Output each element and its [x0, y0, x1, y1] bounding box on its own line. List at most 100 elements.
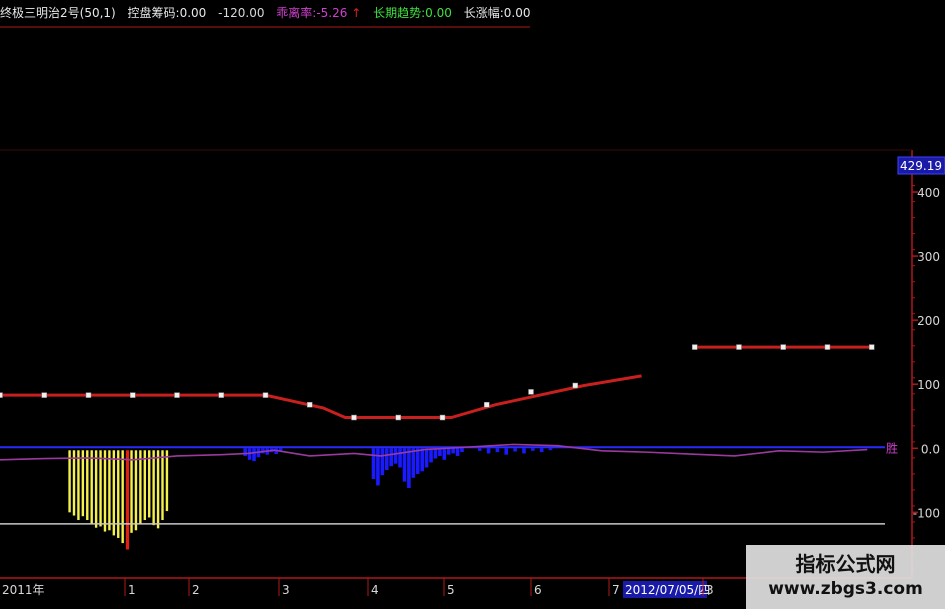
blue-bar	[393, 448, 398, 464]
indicator-chart: 400 300 200 100 0.0 -100 429.19 2011年 1 2 3 4 5 6 7 20…	[0, 26, 945, 598]
blue-bar	[411, 448, 416, 478]
x-axis-label: 3	[706, 583, 714, 597]
trend-label: 长期趋势:	[373, 6, 426, 20]
change-label: 长涨幅:	[463, 6, 504, 20]
blue-bar	[380, 448, 385, 476]
chart-labels: 胜	[886, 440, 898, 455]
blue-bar	[495, 448, 500, 453]
trend-marker	[351, 414, 357, 421]
yellow-bar	[130, 450, 133, 533]
trend-marker	[262, 392, 269, 398]
trend-marker	[780, 344, 786, 350]
trend-marker	[484, 401, 490, 408]
blue-bar	[446, 448, 451, 455]
blue-bar	[398, 448, 402, 468]
change-value: 0.00	[503, 6, 531, 20]
trend-marker	[130, 392, 136, 398]
yellow-bar	[134, 450, 138, 531]
blue-bar	[371, 448, 376, 480]
blue-bar	[455, 448, 460, 456]
trend-line-markers	[0, 344, 875, 421]
trend-marker	[528, 389, 534, 395]
trend-marker	[572, 382, 578, 389]
y-tick-label: -100	[913, 506, 940, 520]
blue-bar	[504, 448, 509, 455]
blue-bar	[513, 448, 517, 452]
yellow-bar	[143, 450, 146, 521]
trend-marker	[85, 392, 92, 398]
yellow-bar	[156, 450, 160, 529]
y-tick-label: 200	[917, 314, 940, 328]
y-tick-label: 0.0	[921, 442, 940, 456]
trend-marker	[307, 401, 313, 408]
blue-bar	[243, 448, 247, 456]
x-axis-label: 4	[371, 583, 379, 597]
watermark-url: www.zbgs3.com	[768, 579, 923, 599]
blue-bar	[415, 448, 420, 474]
current-value-label: 429.19	[900, 159, 942, 173]
trend-marker	[174, 392, 180, 398]
trend-marker	[218, 392, 224, 398]
trend-value: 0.00	[425, 6, 452, 20]
yellow-bar	[72, 450, 76, 516]
yellow-bar	[152, 450, 155, 526]
y-tick-label: 100	[917, 378, 940, 392]
x-axis-label: 7	[612, 583, 620, 597]
trend-marker	[0, 392, 3, 398]
kongpan-value: 0.00	[179, 6, 207, 20]
bias-label: 乖离率:	[276, 6, 317, 20]
blue-bar	[460, 448, 464, 453]
yellow-bar	[125, 450, 130, 550]
x-axis-label: 6	[534, 583, 542, 597]
trend-marker	[439, 414, 446, 421]
trend-marker	[395, 414, 401, 421]
yellow-bar	[99, 450, 102, 527]
blue-bar	[424, 448, 429, 468]
yellow-bar	[68, 450, 71, 513]
watermark: 指标公式网 www.zbgs3.com	[746, 545, 945, 609]
blue-bar	[376, 448, 380, 486]
blue-bar	[252, 448, 256, 462]
x-axis-label: 3	[282, 583, 290, 597]
yellow-bar	[117, 450, 120, 538]
yellow-bar	[86, 450, 89, 521]
x-axis-label: 1	[128, 583, 136, 597]
indicator-header: 终极三明治2号(50,1) 控盘筹码:0.00 -120.00 乖离率:-5.2…	[0, 6, 531, 20]
blue-bar	[384, 448, 389, 471]
blue-bar	[407, 448, 411, 488]
yellow-bar	[103, 450, 107, 532]
blue-bar	[486, 448, 491, 454]
yellow-bar	[121, 450, 124, 544]
trend-marker	[824, 344, 831, 350]
y-axis-ticks: 400 300 200 100 0.0 -100 429.19	[897, 156, 945, 571]
bias-value: -5.26	[316, 6, 348, 20]
blue-bar	[548, 448, 553, 451]
blue-bar	[429, 448, 433, 463]
y-tick-label: 400	[917, 186, 940, 200]
trend-marker	[691, 344, 698, 350]
yellow-bar	[148, 450, 151, 518]
yellow-bar	[94, 450, 98, 528]
x-axis-label: 2012/07/05/四	[625, 583, 710, 597]
yellow-bar	[165, 450, 169, 512]
blue-bar	[539, 448, 544, 453]
kongpan-label: 控盘筹码:	[127, 6, 180, 20]
indicator-name: 终极三明治2号(50,1)	[0, 6, 116, 20]
yellow-bar	[161, 450, 164, 521]
x-axis-label: 5	[447, 583, 455, 597]
yellow-bar	[81, 450, 85, 517]
yellow-bar	[77, 450, 80, 521]
yellow-bar	[90, 450, 93, 524]
trend-marker	[868, 344, 875, 350]
histogram-bars	[68, 448, 553, 550]
blue-bar	[477, 448, 482, 451]
blue-bar	[522, 448, 526, 454]
x-axis-label: 2	[192, 583, 200, 597]
yellow-bar	[139, 450, 142, 524]
trend-marker	[41, 392, 47, 398]
blue-bar	[442, 448, 447, 460]
y-tick-label: 300	[917, 250, 940, 264]
blue-bar	[451, 448, 455, 454]
watermark-title: 指标公式网	[795, 552, 896, 576]
unnamed-value: -120.00	[218, 6, 265, 20]
